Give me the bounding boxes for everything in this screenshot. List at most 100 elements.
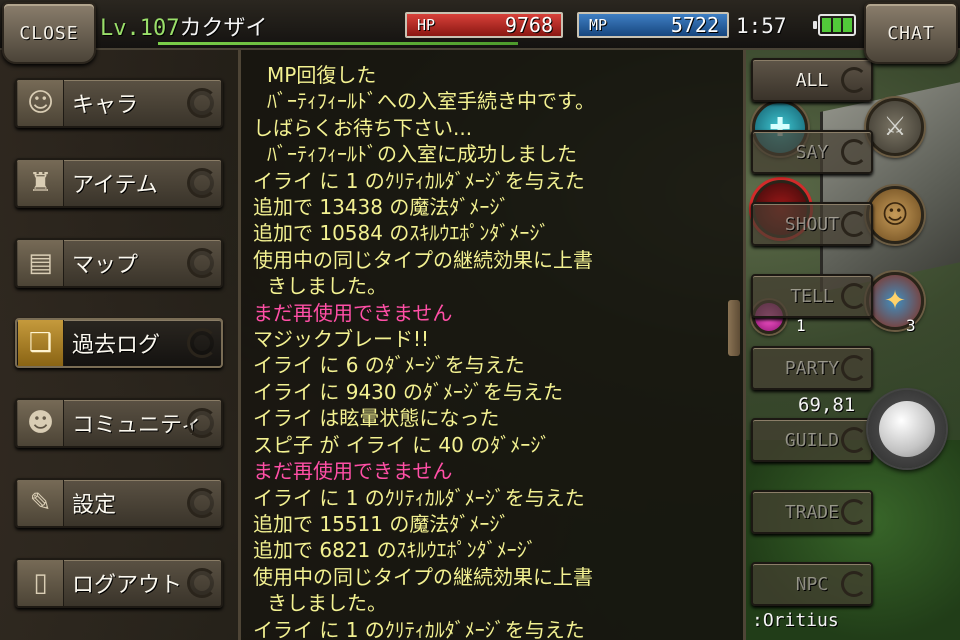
swirl-ornament xyxy=(841,355,867,381)
map-icon: ▤ xyxy=(18,240,64,286)
channel-label: ALL xyxy=(795,69,829,91)
log-line: 使用中の同じタイプの継続効果に上書 xyxy=(253,247,593,272)
log-line: イライ に 1 のｸﾘﾃｨｶﾙﾀﾞﾒｰｼﾞを与えた xyxy=(253,168,585,193)
log-line: ﾊﾞｰﾃｨﾌｨｰﾙﾄﾞへの入室手続き中です。 xyxy=(267,89,595,114)
menu-item-label: コミュニティ xyxy=(72,413,203,438)
skill-count-right: 3 xyxy=(906,316,916,335)
book-icon: ❑ xyxy=(18,320,64,366)
community-icon: ☻ xyxy=(18,400,64,446)
chat-log-panel[interactable]: MP回復した ﾊﾞｰﾃｨﾌｨｰﾙﾄﾞへの入室手続き中です。 しばらくお待ち下さい.… xyxy=(238,50,746,640)
log-line: MP回復した xyxy=(267,63,377,87)
menu-item-logout[interactable]: ▯ ログアウト xyxy=(15,558,223,608)
top-status-bar: Lv.107カクザイ HP 9768 MP 5722 1:57 xyxy=(0,0,960,50)
swirl-ornament xyxy=(187,568,217,598)
log-line: 追加で 15511 の魔法ﾀﾞﾒｰｼﾞ xyxy=(253,511,510,536)
log-line: イライ に 1 のｸﾘﾃｨｶﾙﾀﾞﾒｰｼﾞを与えた xyxy=(253,485,585,510)
menu-item-community[interactable]: ☻ コミュニティ xyxy=(15,398,223,448)
chat-button[interactable]: CHAT xyxy=(864,2,958,64)
channel-guild-button[interactable]: GUILD xyxy=(751,418,873,462)
log-line: きしました。 xyxy=(267,591,387,616)
swirl-ornament xyxy=(841,211,867,237)
channel-party-button[interactable]: PARTY xyxy=(751,346,873,390)
log-line: まだ再使用できません xyxy=(253,459,453,484)
log-line: きしました。 xyxy=(267,274,387,299)
skill-slot-sword[interactable]: ⚔ xyxy=(866,98,924,156)
menu-item-label: ログアウト xyxy=(72,573,183,598)
swirl-ornament xyxy=(187,88,217,118)
log-line: 使用中の同じタイプの継続効果に上書 xyxy=(253,564,593,589)
skill-count-left: 1 xyxy=(796,316,806,335)
log-line: 追加で 10584 のｽｷﾙｳｴﾎﾟﾝﾀﾞﾒｰｼﾞ xyxy=(253,221,550,246)
log-line: しばらくお待ち下さい... xyxy=(253,115,473,140)
mp-value: 5722 xyxy=(670,13,719,37)
swirl-ornament xyxy=(187,488,217,518)
channel-label: GUILD xyxy=(784,429,840,451)
channel-label: TELL xyxy=(790,285,834,307)
menu-item-character[interactable]: ☺ キャラ xyxy=(15,78,223,128)
channel-shout-button[interactable]: SHOUT xyxy=(751,202,873,246)
channel-tell-button[interactable]: TELL xyxy=(751,274,873,318)
level-prefix: Lv. xyxy=(100,16,140,41)
map-coordinates: 69,81 xyxy=(798,394,856,416)
channel-all-button[interactable]: ALL xyxy=(751,58,873,102)
swirl-ornament xyxy=(187,408,217,438)
hp-value: 9768 xyxy=(504,13,553,37)
menu-item-label: アイテム xyxy=(72,173,158,198)
menu-item-past-log[interactable]: ❑ 過去ログ xyxy=(15,318,223,368)
target-name: :Oritius xyxy=(752,610,839,631)
menu-item-item[interactable]: ♜ アイテム xyxy=(15,158,223,208)
log-scrollbar[interactable] xyxy=(728,300,740,356)
hp-label: HP xyxy=(417,16,436,34)
skill-slot-face[interactable]: ☺ xyxy=(866,186,924,244)
log-line: イライ は眩暈状態になった xyxy=(253,406,500,431)
channel-label: NPC xyxy=(795,573,829,595)
chat-log-lines: MP回復した ﾊﾞｰﾃｨﾌｨｰﾙﾄﾞへの入室手続き中です。 しばらくお待ち下さい.… xyxy=(253,62,725,640)
log-line: まだ再使用できません xyxy=(253,300,453,325)
log-line: イライ に 9430 のﾀﾞﾒｰｼﾞを与えた xyxy=(253,379,563,404)
battery-cell xyxy=(822,18,831,32)
mp-gauge: MP 5722 xyxy=(577,12,729,38)
channel-say-button[interactable]: SAY xyxy=(751,130,873,174)
swirl-ornament xyxy=(841,427,867,453)
log-line: スピ子 が イライ に 40 のﾀﾞﾒｰｼﾞ xyxy=(253,432,551,457)
log-line: 追加で 6821 のｽｷﾙｳｴﾎﾟﾝﾀﾞﾒｰｼﾞ xyxy=(253,538,537,563)
menu-item-label: 設定 xyxy=(72,493,117,518)
virtual-joystick[interactable] xyxy=(868,390,946,468)
swirl-ornament xyxy=(187,168,217,198)
swirl-ornament xyxy=(187,248,217,278)
log-line: イライ に 6 のﾀﾞﾒｰｼﾞを与えた xyxy=(253,353,525,378)
mp-label: MP xyxy=(589,16,608,34)
menu-item-label: キャラ xyxy=(72,93,139,118)
close-button[interactable]: CLOSE xyxy=(2,2,96,64)
menu-item-label: マップ xyxy=(72,253,139,278)
swirl-ornament xyxy=(841,499,867,525)
settings-icon: ✎ xyxy=(18,480,64,526)
battery-cell xyxy=(832,18,842,32)
channel-label: TRADE xyxy=(784,501,840,523)
joystick-knob[interactable] xyxy=(879,401,935,457)
log-line: イライ に 1 のｸﾘﾃｨｶﾙﾀﾞﾒｰｼﾞを与えた xyxy=(253,617,585,640)
swirl-ornament xyxy=(841,67,867,93)
menu-item-map[interactable]: ▤ マップ xyxy=(15,238,223,288)
hp-gauge: HP 9768 xyxy=(405,12,563,38)
menu-item-label: 過去ログ xyxy=(72,333,161,358)
item-bag-icon: ♜ xyxy=(18,160,64,206)
character-name-display: Lv.107カクザイ xyxy=(100,10,268,42)
character-name: カクザイ xyxy=(179,16,268,41)
character-icon: ☺ xyxy=(18,80,64,126)
side-menu: ☺ キャラ ♜ アイテム ▤ マップ ❑ 過去ログ ☻ コミュニティ ✎ 設定 … xyxy=(0,50,238,640)
channel-label: SAY xyxy=(795,141,829,163)
menu-item-settings[interactable]: ✎ 設定 xyxy=(15,478,223,528)
battery-cell xyxy=(843,18,853,32)
battery-icon xyxy=(813,14,856,36)
channel-label: PARTY xyxy=(784,357,840,379)
channel-label: SHOUT xyxy=(784,213,840,235)
channel-trade-button[interactable]: TRADE xyxy=(751,490,873,534)
level-value: 107 xyxy=(139,16,180,41)
swirl-ornament xyxy=(841,283,867,309)
log-line: 追加で 13438 の魔法ﾀﾞﾒｰｼﾞ xyxy=(253,195,510,220)
swirl-ornament xyxy=(841,571,867,597)
clock: 1:57 xyxy=(736,14,787,38)
channel-npc-button[interactable]: NPC xyxy=(751,562,873,606)
name-underline xyxy=(158,42,518,45)
